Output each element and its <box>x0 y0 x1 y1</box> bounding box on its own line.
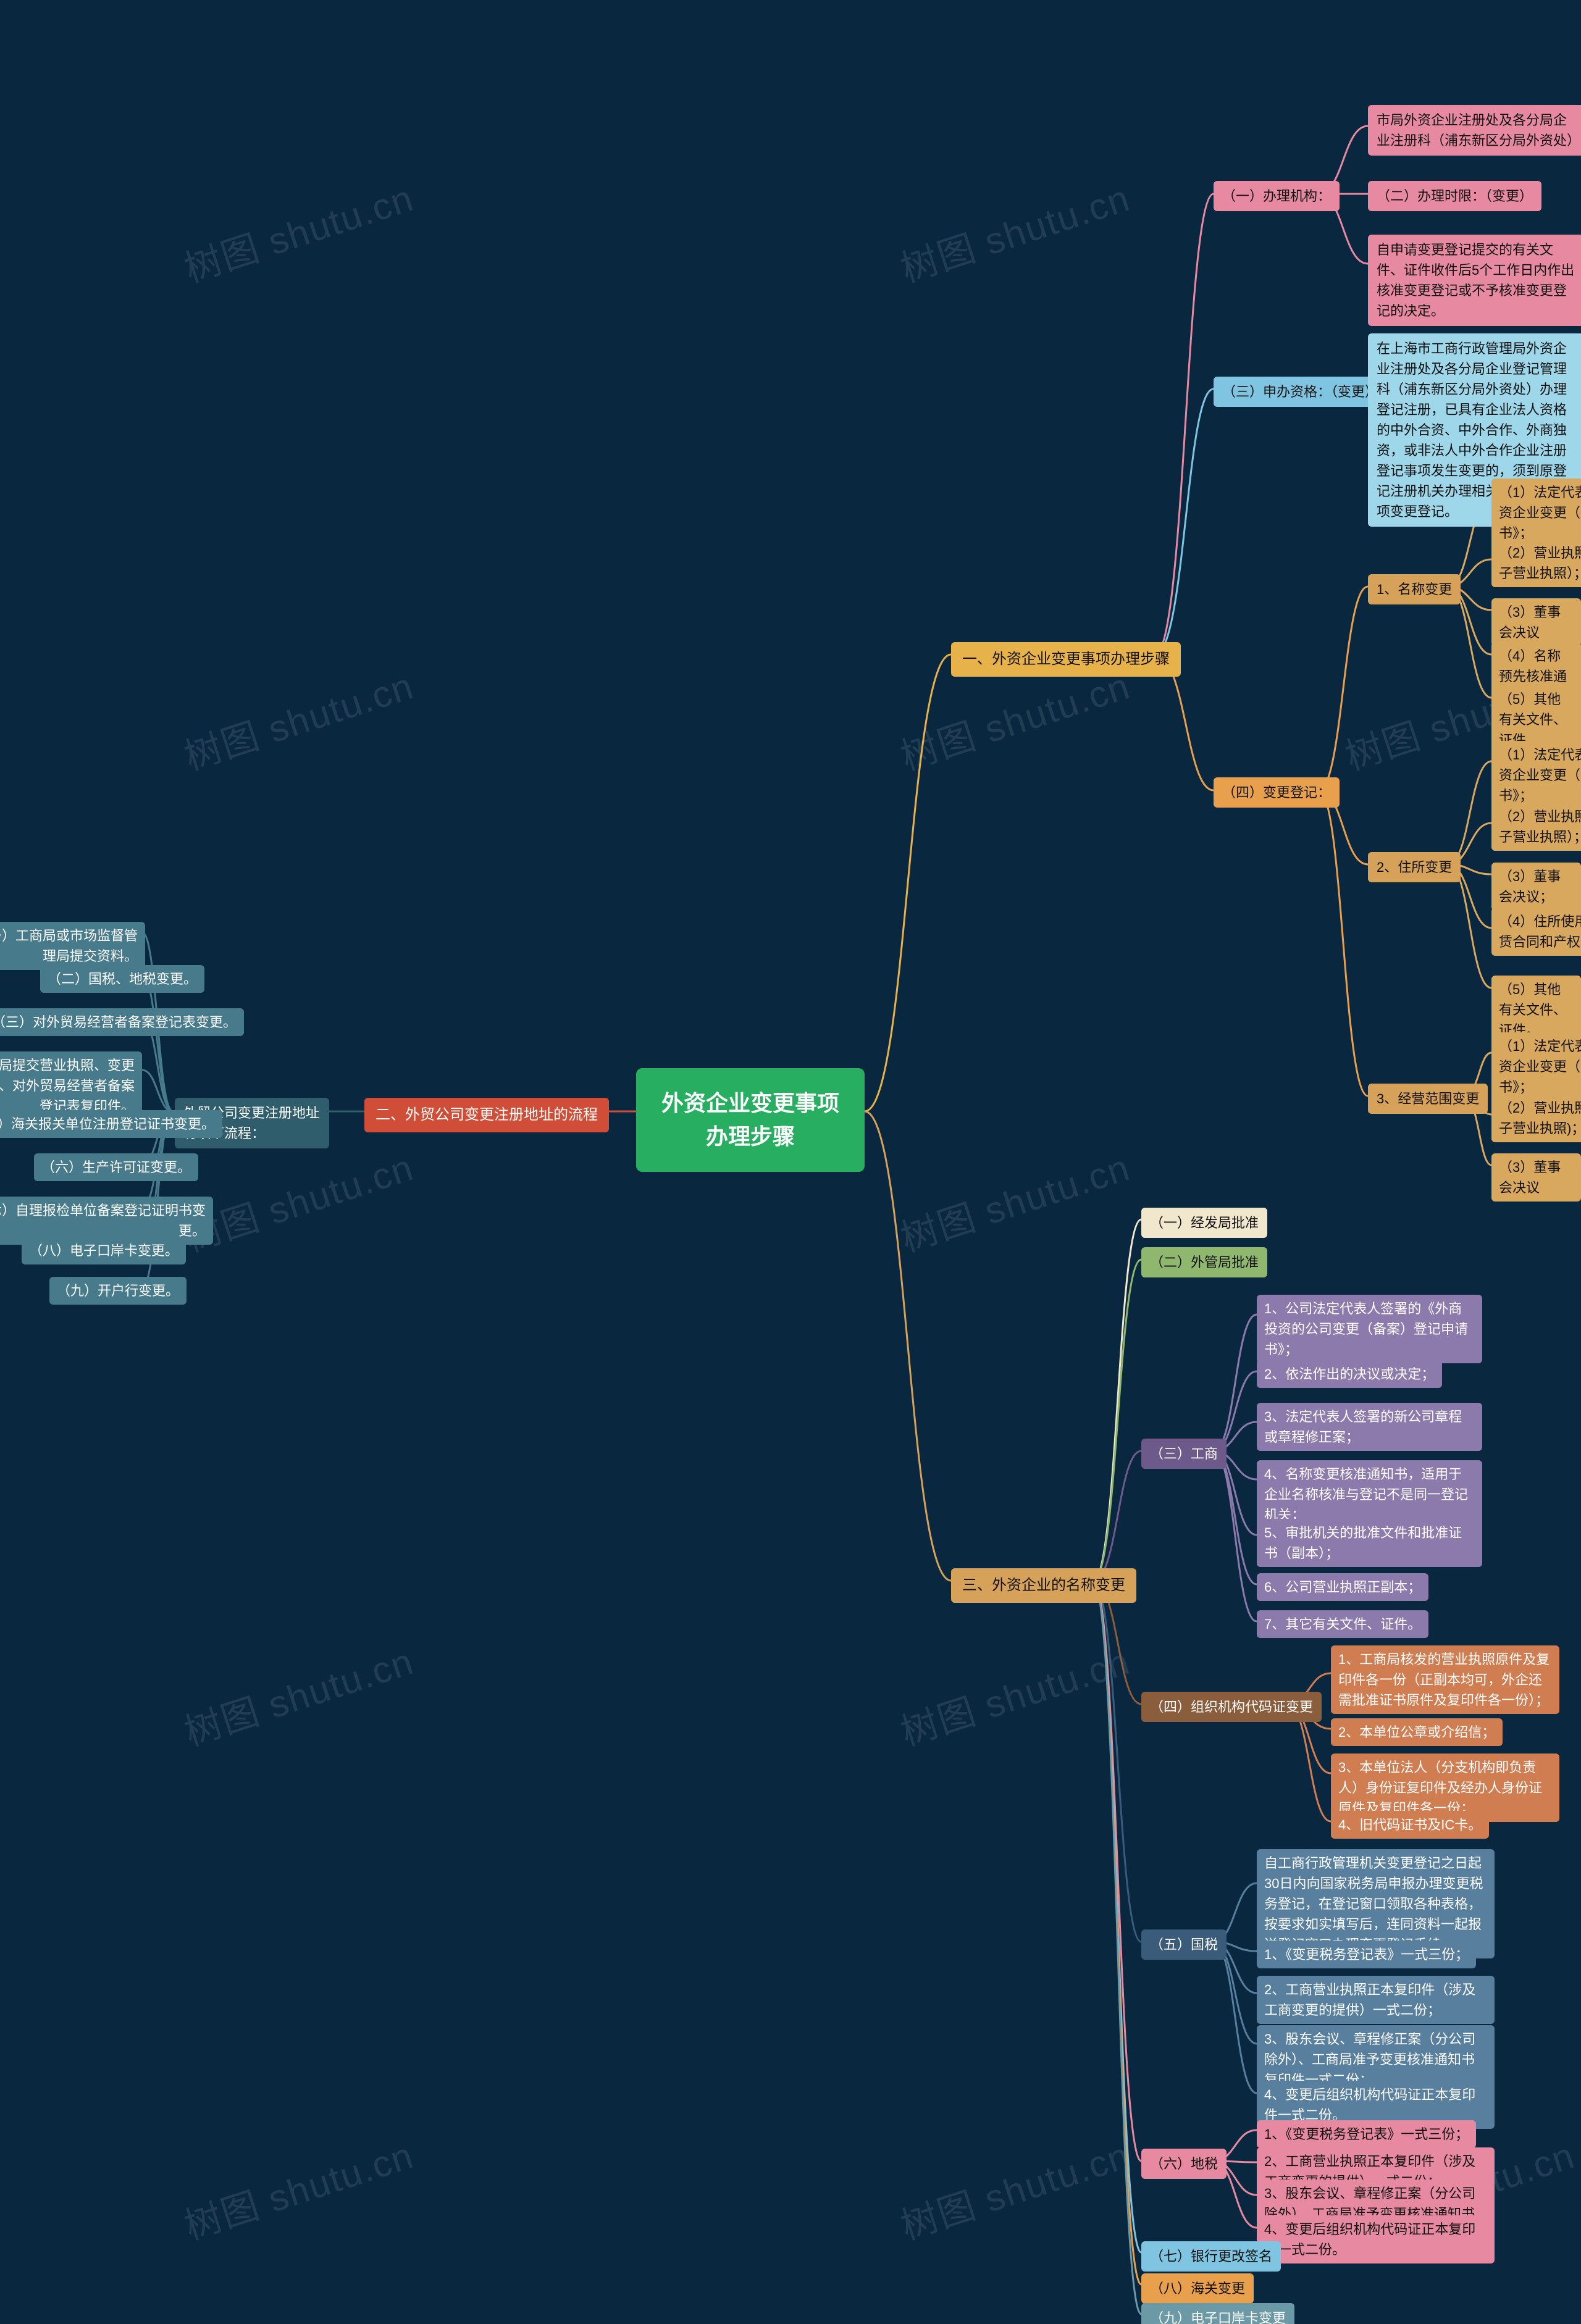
b8[interactable]: （八）电子口岸卡变更。 <box>22 1237 186 1264</box>
a4-2-1[interactable]: （1）法定代表人签署的《外商投资企业变更（备案）登记申请书》； <box>1491 741 1581 809</box>
watermark: 树图 shutu.cn <box>177 656 420 781</box>
b9[interactable]: （九）开户行变更。 <box>49 1277 187 1305</box>
a4[interactable]: （四）变更登记： <box>1214 777 1340 808</box>
c6[interactable]: （六）地税 <box>1141 2149 1227 2179</box>
a1[interactable]: （一）办理机构： <box>1214 181 1340 211</box>
b6[interactable]: （六）生产许可证变更。 <box>34 1153 198 1181</box>
a1a[interactable]: 市局外资企业注册处及各分局企业注册科（浦东新区分局外资处） <box>1368 105 1581 156</box>
branch-3[interactable]: 三、外资企业的名称变更 <box>951 1568 1136 1603</box>
a4-2-2[interactable]: （2）营业执照正副本、IC卡（电子营业执照）； <box>1491 803 1581 851</box>
watermark: 树图 shutu.cn <box>177 2126 420 2251</box>
b3[interactable]: （三）对外贸易经营者备案登记表变更。 <box>0 1008 244 1036</box>
c3-2[interactable]: 2、依法作出的决议或决定； <box>1257 1360 1442 1388</box>
c3-6[interactable]: 6、公司营业执照正副本； <box>1257 1573 1428 1601</box>
c4-1[interactable]: 1、工商局核发的营业执照原件及复印件各一份（正副本均可，外企还需批准证书原件及复… <box>1331 1645 1559 1714</box>
c7[interactable]: （七）银行更改签名 <box>1141 2241 1281 2272</box>
a1b[interactable]: （二）办理时限：（变更） <box>1368 181 1541 211</box>
b5[interactable]: （五）海关报关单位注册登记证书变更。 <box>0 1110 222 1138</box>
c8[interactable]: （八）海关变更 <box>1141 2273 1254 2304</box>
c6-4[interactable]: 4、变更后组织机构代码证正本复印件一式二份。 <box>1257 2215 1495 2263</box>
a4-2-4[interactable]: （4）住所使用证明（包括房屋租赁合同和产权证复印件）； <box>1491 908 1581 956</box>
a4-1[interactable]: 1、名称变更 <box>1368 574 1461 604</box>
c3[interactable]: （三）工商 <box>1141 1439 1227 1469</box>
c3-1[interactable]: 1、公司法定代表人签署的《外商投资的公司变更（备案）登记申请书》； <box>1257 1295 1482 1363</box>
a4-3-2[interactable]: （2）营业执照正副本、IC卡（电子营业执照)； <box>1491 1094 1581 1142</box>
c2[interactable]: （二）外管局批准 <box>1141 1247 1267 1277</box>
root-node[interactable]: 外资企业变更事项办理步骤 <box>636 1068 865 1172</box>
watermark: 树图 shutu.cn <box>893 1632 1136 1757</box>
a4-3-1[interactable]: （1）法定代表人签署的《外商投资企业变更（备案）登记申请书》； <box>1491 1032 1581 1101</box>
c9[interactable]: （九）电子口岸卡变更 <box>1141 2303 1294 2324</box>
b2[interactable]: （二）国税、地税变更。 <box>40 965 204 993</box>
a4-2-3[interactable]: （3）董事会决议； <box>1491 863 1581 911</box>
branch-1[interactable]: 一、外资企业变更事项办理步骤 <box>951 642 1181 677</box>
watermark: 树图 shutu.cn <box>893 169 1136 293</box>
c4-2[interactable]: 2、本单位公章或介绍信； <box>1331 1718 1503 1746</box>
c4[interactable]: （四）组织机构代码证变更 <box>1141 1692 1322 1722</box>
a4-1-1[interactable]: （1）法定代表人签署的《外商投资企业变更（备案）登记申请书》； <box>1491 479 1581 547</box>
a4-3[interactable]: 3、经营范围变更 <box>1368 1084 1488 1114</box>
a3[interactable]: （三）申办资格：（变更） <box>1214 377 1387 407</box>
watermark: 树图 shutu.cn <box>893 1138 1136 1263</box>
a1c[interactable]: 自申请变更登记提交的有关文件、证件收件后5个工作日内作出核准变更登记或不予核准变… <box>1368 235 1581 326</box>
c1[interactable]: （一）经发局批准 <box>1141 1208 1267 1238</box>
watermark: 树图 shutu.cn <box>893 2126 1136 2251</box>
c3-5[interactable]: 5、审批机关的批准文件和批准证书（副本）； <box>1257 1519 1482 1567</box>
watermark: 树图 shutu.cn <box>177 1138 420 1263</box>
b1[interactable]: （一）工商局或市场监督管理局提交资料。 <box>0 922 145 970</box>
a4-2[interactable]: 2、住所变更 <box>1368 852 1461 882</box>
watermark: 树图 shutu.cn <box>177 169 420 293</box>
c6-1[interactable]: 1、《变更税务登记表》一式三份； <box>1257 2120 1476 2148</box>
a4-1-2[interactable]: （2）营业执照正副本、IC卡（电子营业执照）； <box>1491 539 1581 587</box>
a4-1-3[interactable]: （3）董事会决议 <box>1491 598 1581 646</box>
c4-4[interactable]: 4、旧代码证书及IC卡。 <box>1331 1811 1489 1839</box>
branch-2[interactable]: 二、外贸公司变更注册地址的流程 <box>364 1098 609 1132</box>
a4-3-3[interactable]: （3）董事会决议 <box>1491 1153 1581 1202</box>
c5-1[interactable]: 1、《变更税务登记表》一式三份； <box>1257 1941 1476 1968</box>
c5[interactable]: （五）国税 <box>1141 1929 1227 1960</box>
watermark: 树图 shutu.cn <box>177 1632 420 1757</box>
c3-3[interactable]: 3、法定代表人签署的新公司章程或章程修正案； <box>1257 1403 1482 1451</box>
c5-2[interactable]: 2、工商营业执照正本复印件（涉及工商变更的提供）一式二份； <box>1257 1976 1495 2024</box>
c3-7[interactable]: 7、其它有关文件、证件。 <box>1257 1610 1428 1638</box>
